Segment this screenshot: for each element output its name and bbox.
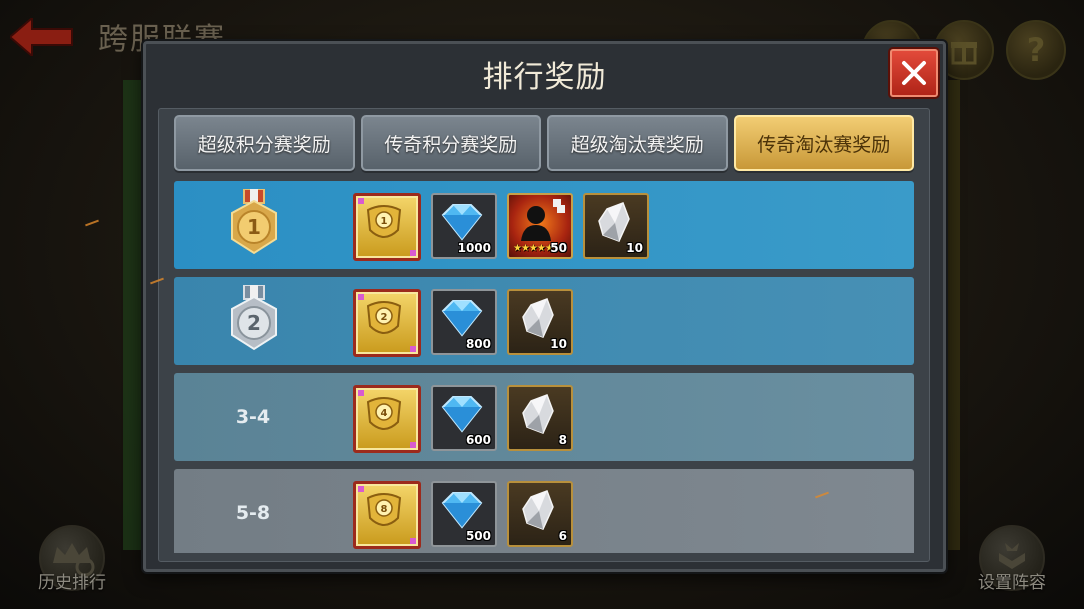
history-ranking-button[interactable]: 历史排行 xyxy=(32,525,112,595)
tab-legend-knockout-rewards[interactable]: 传奇淘汰赛奖励 xyxy=(733,115,914,171)
reward-item-diamond[interactable]: 1000 xyxy=(431,193,497,259)
emblem-icon: 1 xyxy=(366,205,402,238)
svg-text:2: 2 xyxy=(247,311,261,335)
item-quantity: 1000 xyxy=(457,241,491,255)
star-rating: ★★★★★ xyxy=(513,243,554,254)
reward-item-hero-fragment[interactable]: ★★★★★ 50 xyxy=(507,193,573,259)
tab-super-points-rewards[interactable]: 超级积分赛奖励 xyxy=(174,115,355,171)
history-ranking-label: 历史排行 xyxy=(38,573,106,593)
reward-item-diamond[interactable]: 500 xyxy=(431,481,497,547)
reward-item-diamond[interactable]: 800 xyxy=(431,289,497,355)
reward-row-rank-1: 1 1 1000 ★★★★★ 50 10 xyxy=(174,181,914,269)
reward-tabs: 超级积分赛奖励 传奇积分赛奖励 超级淘汰赛奖励 传奇淘汰赛奖励 xyxy=(174,115,914,171)
set-lineup-label: 设置阵容 xyxy=(978,573,1046,593)
reward-item-badge[interactable]: 2 xyxy=(353,289,421,357)
rarity-marker xyxy=(410,538,416,544)
reward-item-badge[interactable]: 4 xyxy=(353,385,421,453)
close-icon xyxy=(902,61,926,85)
rarity-marker xyxy=(358,390,364,396)
rank-range-label: 5-8 xyxy=(235,502,271,524)
rarity-marker xyxy=(410,442,416,448)
item-quantity: 800 xyxy=(465,337,491,351)
svg-text:8: 8 xyxy=(381,504,388,515)
item-quantity: 8 xyxy=(558,433,567,447)
svg-text:4: 4 xyxy=(381,408,388,419)
reward-items: 8 500 6 xyxy=(353,481,573,549)
item-quantity: 500 xyxy=(465,529,491,543)
emblem-icon: 2 xyxy=(366,301,402,334)
gold-medal-icon: 1 xyxy=(231,189,277,255)
reward-item-badge[interactable]: 1 xyxy=(353,193,421,261)
rarity-marker xyxy=(358,486,364,492)
item-quantity: 6 xyxy=(558,529,567,543)
reward-items: 1 1000 ★★★★★ 50 10 xyxy=(353,193,649,261)
rarity-marker xyxy=(358,198,364,204)
help-icon[interactable]: ? xyxy=(1006,20,1066,80)
reward-row-rank-5-8: 5-8 8 500 6 xyxy=(174,469,914,553)
rank-range-label: 3-4 xyxy=(235,406,271,428)
rarity-marker xyxy=(358,294,364,300)
close-button[interactable] xyxy=(890,49,938,97)
emblem-icon: 8 xyxy=(366,493,402,526)
reward-item-crystal[interactable]: 10 xyxy=(507,289,573,355)
reward-row-rank-2: 2 2 800 10 xyxy=(174,277,914,365)
reward-item-badge[interactable]: 8 xyxy=(353,481,421,549)
reward-item-diamond[interactable]: 600 xyxy=(431,385,497,451)
reward-list[interactable]: 1 1 1000 ★★★★★ 50 10 2 2 800 10 3-4 4 60… xyxy=(174,181,914,553)
rewards-panel: 超级积分赛奖励 传奇积分赛奖励 超级淘汰赛奖励 传奇淘汰赛奖励 1 1 1000… xyxy=(158,108,930,562)
rarity-marker xyxy=(410,250,416,256)
item-quantity: 50 xyxy=(550,241,567,255)
left-panel-edge xyxy=(123,80,143,550)
item-quantity: 10 xyxy=(626,241,643,255)
modal-title: 排行奖励 xyxy=(482,60,607,95)
reward-item-crystal[interactable]: 8 xyxy=(507,385,573,451)
item-quantity: 10 xyxy=(550,337,567,351)
svg-text:1: 1 xyxy=(247,215,261,239)
reward-item-crystal[interactable]: 10 xyxy=(583,193,649,259)
reward-row-rank-3-4: 3-4 4 600 8 xyxy=(174,373,914,461)
set-lineup-button[interactable]: 设置阵容 xyxy=(972,525,1052,595)
item-quantity: 600 xyxy=(465,433,491,447)
back-arrow-icon[interactable] xyxy=(10,18,74,56)
silver-medal-icon: 2 xyxy=(231,285,277,351)
svg-text:2: 2 xyxy=(381,312,388,323)
rarity-marker xyxy=(410,346,416,352)
svg-text:1: 1 xyxy=(381,216,388,227)
puzzle-piece-icon xyxy=(553,199,565,213)
emblem-icon: 4 xyxy=(366,397,402,430)
tab-super-knockout-rewards[interactable]: 超级淘汰赛奖励 xyxy=(547,115,728,171)
tab-legend-points-rewards[interactable]: 传奇积分赛奖励 xyxy=(360,115,541,171)
reward-items: 4 600 8 xyxy=(353,385,573,453)
reward-item-crystal[interactable]: 6 xyxy=(507,481,573,547)
reward-items: 2 800 10 xyxy=(353,289,573,357)
